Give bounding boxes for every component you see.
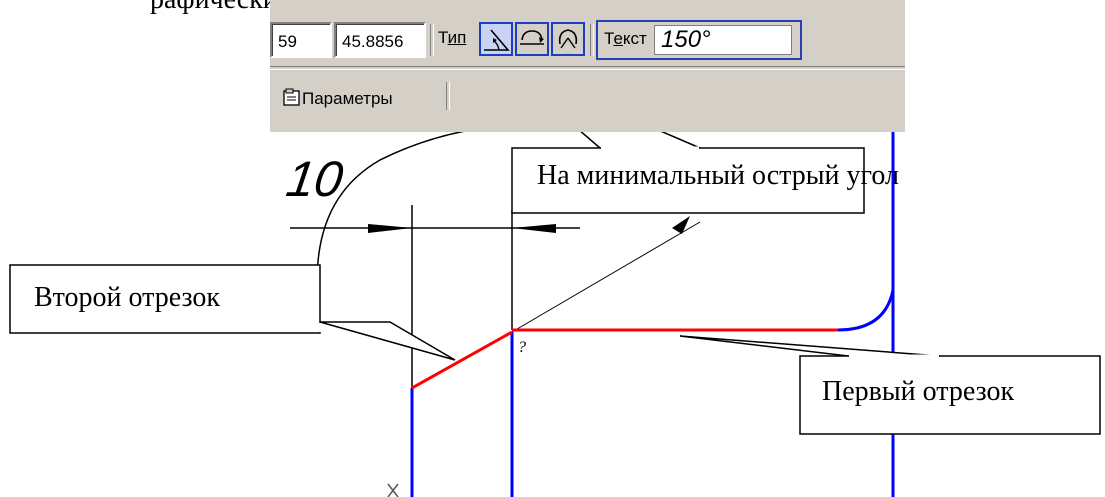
text-value-field[interactable]: 150° (654, 25, 792, 55)
coordinate-y-field[interactable]: 45.8856 (334, 22, 426, 58)
angle-obtuse-icon (520, 30, 544, 45)
toolbar-divider (270, 66, 905, 70)
dimension-arrow-left (368, 224, 412, 233)
angle-min-acute-button[interactable] (479, 22, 513, 56)
angle-construction-line (511, 221, 701, 333)
angle-arrow (672, 216, 690, 234)
blue-fillet-arc (837, 289, 895, 332)
type-label: Тип (438, 28, 467, 47)
coordinate-x-field[interactable]: 59 (270, 22, 332, 58)
callout-text-first-segment: Первый отрезок (822, 376, 1015, 407)
toolbar-separator (590, 24, 594, 56)
callout-pointer-first-segment (679, 335, 941, 357)
callout-pointer-second-segment (319, 321, 456, 361)
angle-obtuse-button[interactable] (515, 22, 549, 56)
second-segment-line (411, 330, 513, 390)
text-option-box: Текст 150° (596, 20, 802, 60)
dimension-arrow-right (512, 224, 556, 233)
text-label: Текст (604, 29, 647, 48)
toolbar-separator (430, 24, 434, 56)
corner-mark: ? (518, 339, 526, 356)
params-icon (283, 88, 300, 106)
callout-text-second-segment: Второй отрезок (34, 282, 221, 313)
angle-acute-icon (484, 29, 510, 51)
dimension-value-text: 10 (283, 151, 346, 207)
toolbar-row-values: 59 45.8856 Тип Текст 150° (270, 8, 905, 60)
properties-toolbar: 59 45.8856 Тип Текст 150° Параметры (270, 0, 905, 132)
angle-max-button[interactable] (551, 22, 585, 56)
angle-max-icon (558, 29, 578, 49)
callout-text-min-angle: На минимальный острый угол (537, 160, 899, 191)
figure: рафические элементы следу 10 ? (0, 0, 1105, 497)
params-tab[interactable]: Параметры (282, 88, 393, 114)
toolbar-separator (446, 82, 450, 110)
toolbar-row-params: Параметры (270, 76, 905, 118)
